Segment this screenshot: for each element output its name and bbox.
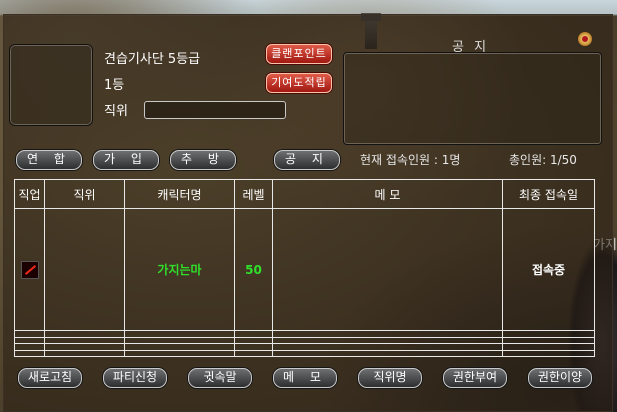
alliance-button[interactable]: 연 합	[16, 150, 82, 170]
whisper-button[interactable]: 귓속말	[188, 368, 252, 388]
header-level: 레벨	[234, 179, 273, 209]
member-memo	[272, 207, 503, 332]
header-memo: 메 모	[272, 179, 503, 209]
header-last-login: 최종 접속일	[502, 179, 595, 209]
contribution-button[interactable]: 기여도적립	[266, 73, 332, 93]
position-field[interactable]	[144, 101, 286, 119]
expel-button[interactable]: 추 방	[170, 150, 236, 170]
table-header: 직업 직위 캐릭터명 레벨 메 모 최종 접속일	[14, 179, 595, 209]
clan-points-button[interactable]: 클랜포인트	[266, 44, 332, 64]
header-job: 직업	[14, 179, 45, 209]
notice-box[interactable]	[343, 52, 602, 145]
party-request-button[interactable]: 파티신청	[103, 368, 167, 388]
total-count: 총인원: 1/50	[509, 153, 577, 167]
close-icon[interactable]	[578, 32, 592, 46]
notice-button[interactable]: 공 지	[274, 150, 340, 170]
table-row[interactable]: 가지는마 50 접속중	[14, 207, 595, 332]
member-level: 50	[234, 207, 273, 332]
member-table: 직업 직위 캐릭터명 레벨 메 모 최종 접속일 가지는마 50 접속중	[14, 179, 595, 358]
member-position	[44, 207, 125, 332]
grant-authority-button[interactable]: 권한부여	[443, 368, 507, 388]
guild-rank: 1등	[104, 78, 125, 93]
header-position: 직위	[44, 179, 125, 209]
position-label: 직위	[104, 104, 128, 119]
transfer-authority-button[interactable]: 권한이양	[528, 368, 592, 388]
member-last-login: 접속중	[502, 207, 595, 332]
table-row[interactable]	[14, 349, 595, 358]
join-button[interactable]: 가 입	[93, 150, 159, 170]
position-name-button[interactable]: 직위명	[358, 368, 422, 388]
guild-emblem-box	[9, 44, 93, 126]
online-count: 현재 접속인원 : 1명	[360, 153, 461, 167]
sword-icon	[20, 260, 39, 279]
memo-button[interactable]: 메 모	[273, 368, 337, 388]
header-name: 캐릭터명	[124, 179, 235, 209]
refresh-button[interactable]: 새로고침	[18, 368, 82, 388]
guild-name: 견습기사단 5등급	[104, 52, 201, 67]
member-name: 가지는마	[124, 207, 235, 332]
